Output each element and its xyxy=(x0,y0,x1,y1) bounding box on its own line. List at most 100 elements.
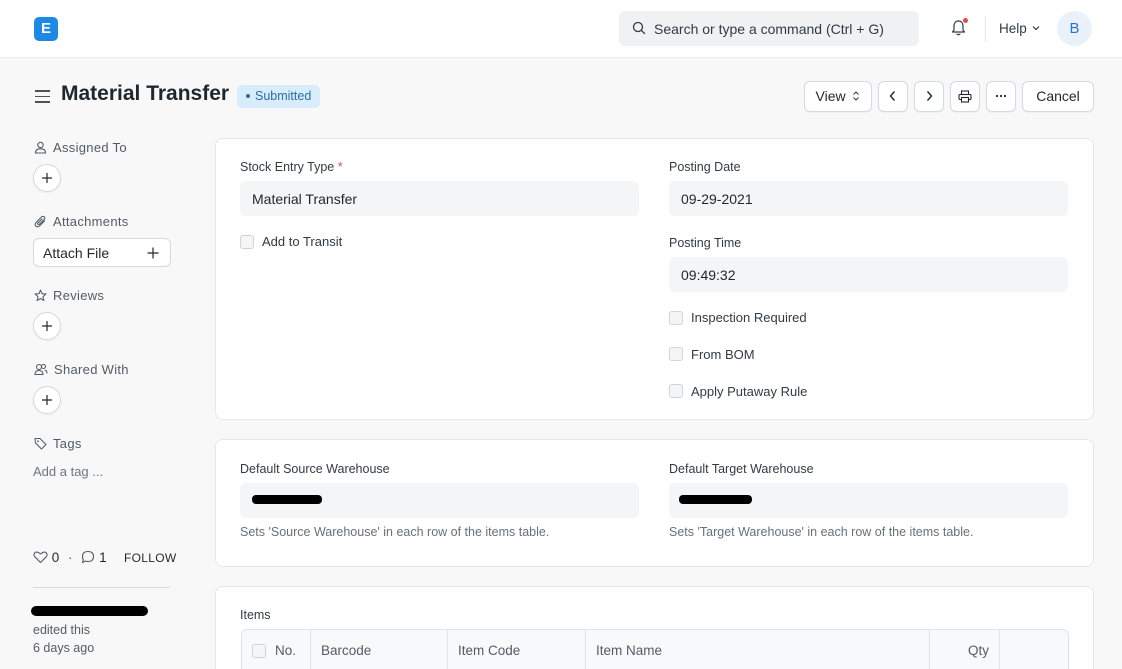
posting-date-label: Posting Date xyxy=(669,160,741,174)
inspection-required-checkbox[interactable] xyxy=(669,311,683,325)
like-count: 0 xyxy=(51,550,60,565)
view-label: View xyxy=(815,88,846,104)
posting-date-field[interactable]: 09-29-2021 xyxy=(669,181,1068,216)
shared-with-heading: Shared With xyxy=(34,362,129,377)
next-doc-button[interactable] xyxy=(914,81,944,112)
posting-time-label: Posting Time xyxy=(669,236,742,250)
inspection-required-label: Inspection Required xyxy=(691,310,807,325)
reviews-label: Reviews xyxy=(53,288,105,303)
redacted-source-warehouse xyxy=(252,495,322,504)
stock-entry-type-value: Material Transfer xyxy=(252,191,358,207)
apply-putaway-rule-label: Apply Putaway Rule xyxy=(691,384,808,399)
search-icon xyxy=(632,21,646,35)
items-table: No. Barcode Item Code Item Name Qty xyxy=(241,629,1069,669)
comment-count: 1 xyxy=(99,550,107,565)
posting-time-value: 09:49:32 xyxy=(681,267,736,283)
heart-icon[interactable] xyxy=(33,550,48,564)
users-icon xyxy=(34,364,48,376)
redacted-target-warehouse xyxy=(679,495,752,504)
status-badge: Submitted xyxy=(237,85,321,108)
tag-icon xyxy=(34,438,47,450)
edited-action: edited this xyxy=(33,623,90,637)
status-label: Submitted xyxy=(255,89,312,103)
view-button[interactable]: View xyxy=(804,81,872,112)
navbar-divider xyxy=(985,16,986,42)
plus-icon xyxy=(42,321,52,331)
doc-stats: 0 · 1 xyxy=(33,550,107,565)
previous-doc-button[interactable] xyxy=(878,81,908,112)
attach-file-label: Attach File xyxy=(43,245,110,261)
chevron-updown-icon xyxy=(853,91,860,102)
navbar: E Search or type a command (Ctrl + G) He… xyxy=(0,0,1122,58)
help-menu[interactable]: Help xyxy=(999,21,1041,36)
add-to-transit-checkbox[interactable] xyxy=(240,235,254,249)
app-logo[interactable]: E xyxy=(34,17,58,41)
stock-entry-type-label: Stock Entry Type * xyxy=(240,160,343,174)
plus-icon xyxy=(42,173,52,183)
add-assignee-button[interactable] xyxy=(33,164,61,192)
items-section: Items No. Barcode Item Code Item Name Qt… xyxy=(215,586,1094,669)
target-warehouse-help: Sets 'Target Warehouse' in each row of t… xyxy=(669,525,974,539)
posting-date-value: 09-29-2021 xyxy=(681,191,753,207)
col-item-code-label: Item Code xyxy=(458,643,521,658)
tags-label: Tags xyxy=(53,436,82,451)
col-barcode: Barcode xyxy=(311,630,448,669)
notification-dot xyxy=(963,18,968,23)
sidebar-divider xyxy=(33,587,170,588)
redacted-user-name xyxy=(31,606,148,616)
cancel-button[interactable]: Cancel xyxy=(1022,81,1094,112)
from-bom-checkbox[interactable] xyxy=(669,347,683,361)
plus-icon xyxy=(147,247,159,259)
posting-time-field[interactable]: 09:49:32 xyxy=(669,257,1068,292)
status-dot xyxy=(246,93,250,98)
add-share-button[interactable] xyxy=(33,386,61,414)
more-dots-icon xyxy=(995,95,1007,98)
col-barcode-label: Barcode xyxy=(321,643,372,658)
chevron-right-icon xyxy=(926,91,933,102)
search-bar[interactable]: Search or type a command (Ctrl + G) xyxy=(619,11,919,46)
col-item-code: Item Code xyxy=(448,630,586,669)
source-warehouse-label: Default Source Warehouse xyxy=(240,462,390,476)
select-all-checkbox[interactable] xyxy=(252,644,266,658)
details-section: Stock Entry Type * Material Transfer Add… xyxy=(215,138,1094,420)
target-warehouse-label: Default Target Warehouse xyxy=(669,462,814,476)
shared-with-label: Shared With xyxy=(54,362,129,377)
print-button[interactable] xyxy=(950,81,980,112)
col-qty: Qty xyxy=(930,630,1000,669)
notifications-bell-icon[interactable] xyxy=(950,18,968,40)
items-label: Items xyxy=(240,608,271,622)
chevron-left-icon xyxy=(889,91,896,102)
source-warehouse-field[interactable] xyxy=(240,483,639,518)
add-review-button[interactable] xyxy=(33,312,61,340)
stats-separator: · xyxy=(68,550,73,565)
paperclip-icon xyxy=(34,215,46,228)
user-icon xyxy=(34,141,47,154)
more-actions-button[interactable] xyxy=(986,81,1016,112)
stock-entry-type-field[interactable]: Material Transfer xyxy=(240,181,639,216)
attachments-label: Attachments xyxy=(53,214,129,229)
col-item-name-label: Item Name xyxy=(596,643,663,658)
warehouse-section: Default Source Warehouse Sets 'Source Wa… xyxy=(215,439,1094,567)
page-title: Material Transfer xyxy=(61,82,230,105)
printer-icon xyxy=(958,90,972,103)
add-tag-link[interactable]: Add a tag ... xyxy=(33,464,103,479)
sidebar-toggle-icon[interactable] xyxy=(35,90,50,107)
plus-icon xyxy=(42,395,52,405)
edited-time: 6 days ago xyxy=(33,641,95,655)
source-warehouse-help: Sets 'Source Warehouse' in each row of t… xyxy=(240,525,550,539)
comment-icon[interactable] xyxy=(81,550,95,564)
user-avatar[interactable]: B xyxy=(1057,11,1092,46)
col-no-label: No. xyxy=(275,643,297,658)
target-warehouse-field[interactable] xyxy=(669,483,1068,518)
apply-putaway-rule-checkbox[interactable] xyxy=(669,384,683,398)
follow-button[interactable]: FOLLOW xyxy=(124,551,176,565)
from-bom-label: From BOM xyxy=(691,347,755,362)
add-to-transit-label: Add to Transit xyxy=(262,234,343,249)
col-qty-label: Qty xyxy=(967,643,989,658)
tags-heading: Tags xyxy=(34,436,82,451)
assigned-to-heading: Assigned To xyxy=(34,140,127,155)
attach-file-button[interactable]: Attach File xyxy=(33,238,171,267)
attachments-heading: Attachments xyxy=(34,214,129,229)
help-label: Help xyxy=(999,21,1027,36)
chevron-down-icon xyxy=(1032,26,1040,31)
